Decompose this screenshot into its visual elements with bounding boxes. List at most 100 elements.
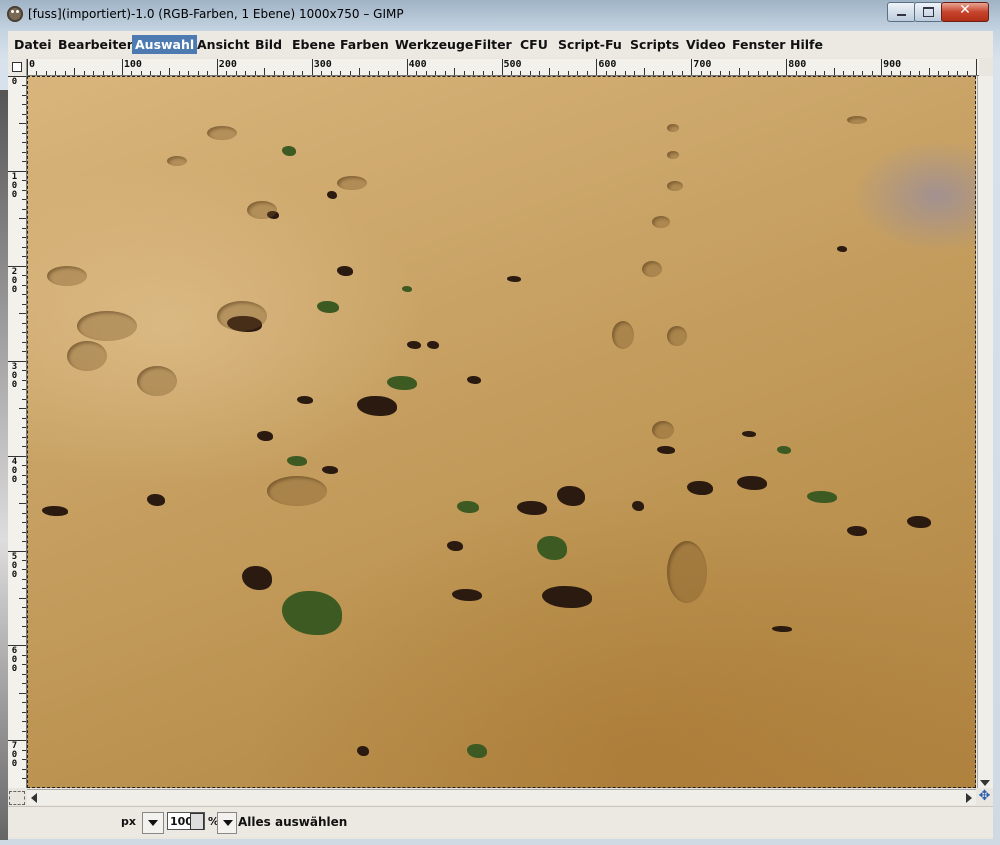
maximize-button[interactable] [914,2,943,22]
zoom-spinner[interactable] [190,813,204,830]
gimp-wilber-icon[interactable] [7,6,23,22]
menu-fenster[interactable]: Fenster [729,35,788,54]
menu-auswahl[interactable]: Auswahl [132,35,198,54]
ruler-tick [8,455,26,457]
ruler-tick [22,749,26,751]
ruler-tick [520,71,522,75]
ruler-tick [539,71,541,75]
ruler-tick [529,71,531,75]
ruler-tick [8,360,26,362]
ruler-tick [767,71,769,75]
close-button[interactable]: ✕ [941,2,989,22]
vertical-ruler[interactable]: 0 100 200 300 400 500 600 700 [8,76,27,788]
ruler-tick [8,740,26,742]
seaweed-clump [282,146,296,156]
menu-datei[interactable]: Datei [11,35,55,54]
seaweed-clump [632,501,644,511]
ruler-tick [909,71,911,75]
scroll-right-icon[interactable] [966,793,972,803]
ruler-label: 500 [503,59,522,70]
menu-video[interactable]: Video [683,35,729,54]
menu-hilfe[interactable]: Hilfe [787,35,826,54]
ruler-tick [22,607,26,609]
ruler-tick [919,71,921,75]
zoom-dropdown-button[interactable] [217,812,237,834]
ruler-tick [226,71,228,75]
ruler-tick [36,71,38,75]
seaweed-clump [297,396,313,404]
ruler-tick [425,71,427,75]
status-message: Alles auswählen [238,815,348,829]
menu-scripts[interactable]: Scripts [627,35,682,54]
ruler-tick [22,161,26,163]
ruler-tick [786,59,788,75]
scroll-left-icon[interactable] [31,793,37,803]
ruler-tick [245,71,247,75]
ruler-tick [444,71,446,75]
seaweed-clump [257,431,273,441]
menu-cfu[interactable]: CFU [517,35,551,54]
ruler-tick [19,597,26,599]
ruler-tick [22,493,26,495]
footprint [207,126,237,140]
menu-ansicht[interactable]: Ansicht [194,35,253,54]
ruler-tick [311,59,313,75]
ruler-tick [22,759,26,761]
ruler-tick [22,151,26,153]
gimp-window: [fuss](importiert)-1.0 (RGB-Farben, 1 Eb… [0,0,1000,845]
footprint [667,181,683,191]
seaweed-clump [537,536,567,560]
menu-bild[interactable]: Bild [252,35,285,54]
ruler-tick [719,71,721,75]
title-bar[interactable]: [fuss](importiert)-1.0 (RGB-Farben, 1 Eb… [0,0,1000,30]
ruler-tick [966,71,968,75]
ruler-tick [22,559,26,561]
vertical-scrollbar[interactable] [977,76,993,788]
menu-werkzeuge[interactable]: Werkzeuge [392,35,476,54]
navigate-icon[interactable]: ✥ [977,789,992,804]
seaweed-clump [542,586,592,608]
ruler-tick [22,522,26,524]
seaweed-clump [282,591,342,635]
unit-selector-value[interactable]: px [118,812,143,832]
ruler-tick [22,85,26,87]
seaweed-clump [327,191,337,199]
minimize-button[interactable] [887,2,916,22]
ruler-tick [22,275,26,277]
ruler-label: 0 [11,77,18,87]
unit-dropdown-button[interactable] [142,812,164,834]
ruler-tick [22,512,26,514]
horizontal-ruler[interactable]: 0 100 200 300 400 500 600 700 800 900 [27,59,979,76]
close-icon: ✕ [959,2,971,18]
ruler-tick [22,180,26,182]
ruler-tick [273,71,275,75]
seaweed-clump [737,476,767,490]
footprint [667,151,679,159]
ruler-label: 700 [11,741,18,770]
ruler-tick [55,71,57,75]
ruler-tick [397,71,399,75]
horizontal-scrollbar[interactable] [27,789,976,805]
ruler-tick [22,322,26,324]
ruler-tick [387,71,389,75]
image-window-client: Datei Bearbeiten Auswahl Ansicht Bild Eb… [8,31,993,839]
ruler-tick [510,71,512,75]
quick-mask-toggle[interactable] [9,791,25,805]
ruler-tick [900,71,902,75]
minimize-icon [897,14,906,16]
menu-farben[interactable]: Farben [337,35,392,54]
menu-filter[interactable]: Filter [471,35,515,54]
seaweed-clump [357,746,369,756]
image-canvas[interactable] [27,76,976,788]
ruler-tick [881,59,883,75]
menu-ebene[interactable]: Ebene [289,35,338,54]
seaweed-clump [337,266,353,276]
menu-script-fu[interactable]: Script-Fu [555,35,625,54]
maximize-icon [923,7,934,17]
menu-bearbeiten[interactable]: Bearbeiten [55,35,139,54]
ruler-tick [22,417,26,419]
ruler-tick [22,370,26,372]
scroll-down-icon[interactable] [980,780,990,786]
quick-mask-menu-button[interactable] [8,59,27,77]
ruler-tick [102,71,104,75]
